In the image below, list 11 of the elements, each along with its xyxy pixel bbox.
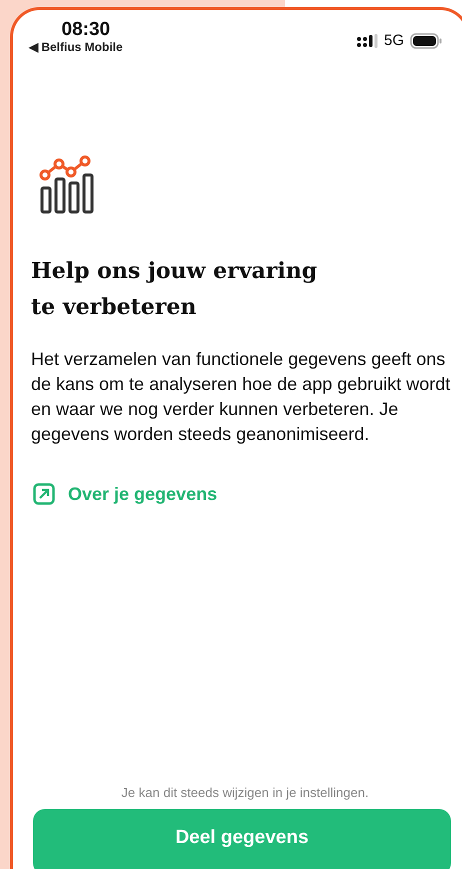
- battery-icon: [410, 32, 442, 48]
- signal-icon: [356, 34, 378, 48]
- description-text: Het verzamelen van functionele gegevens geeft ons de kans om te analyseren hoe de app gebruikt wordt en waar we nog verder kunnen verbeteren. Je gegevens worden steeds geanonimiseerd.: [31, 348, 452, 446]
- page-title: Help ons jouw ervaring te verbeteren: [31, 257, 318, 322]
- external-link-icon: [33, 483, 55, 505]
- network-label: 5G: [384, 32, 404, 49]
- settings-hint: Je kan dit steeds wijzigen in je instellingen.: [120, 785, 370, 800]
- about-data-link[interactable]: Over je gegevens: [33, 483, 218, 505]
- share-data-button[interactable]: Deel gegevens: [33, 809, 451, 869]
- status-time: 08:30: [60, 20, 110, 40]
- back-to-app-link[interactable]: ◀ Belfius Mobile: [29, 40, 123, 54]
